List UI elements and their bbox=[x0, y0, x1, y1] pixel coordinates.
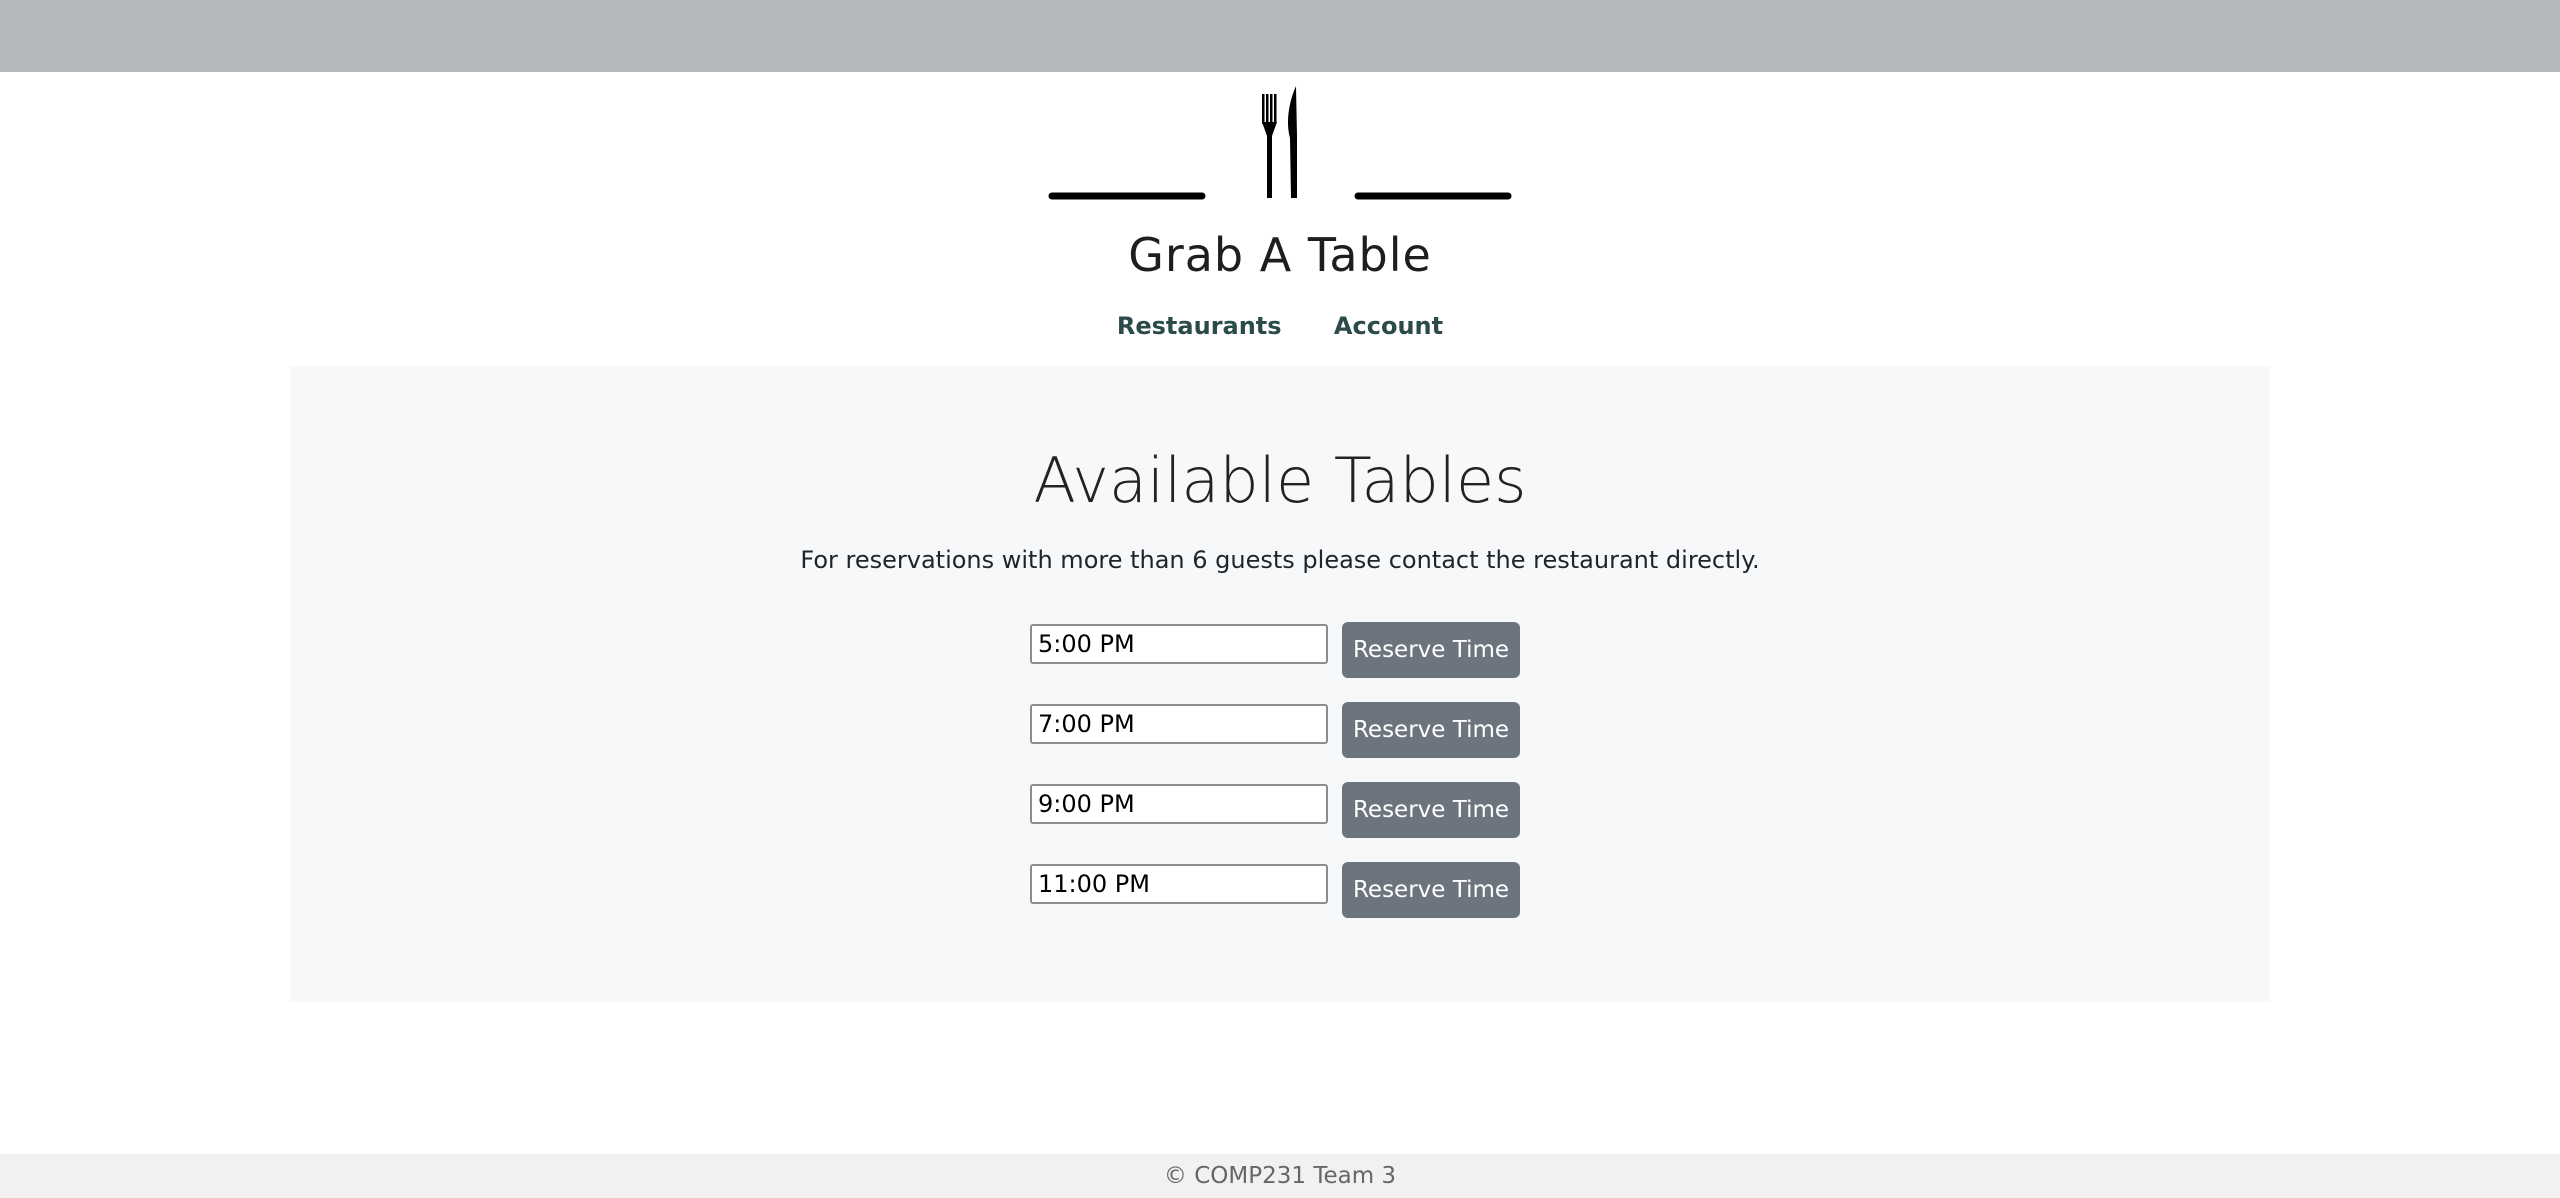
nav-account-link[interactable]: Account bbox=[1334, 312, 1443, 340]
available-tables-panel: Available Tables For reservations with m… bbox=[290, 366, 2270, 1002]
time-slot-field[interactable] bbox=[1030, 784, 1328, 824]
time-slot-row: Reserve Time bbox=[1030, 782, 1550, 838]
reservation-note: For reservations with more than 6 guests… bbox=[800, 546, 1760, 574]
reserve-time-button[interactable]: Reserve Time bbox=[1342, 782, 1520, 838]
page-title: Available Tables bbox=[1033, 444, 1527, 517]
top-bar bbox=[0, 0, 2560, 72]
time-slot-field[interactable] bbox=[1030, 864, 1328, 904]
time-slot-field[interactable] bbox=[1030, 704, 1328, 744]
site-title: Grab A Table bbox=[1128, 228, 1432, 282]
nav-restaurants-link[interactable]: Restaurants bbox=[1117, 312, 1282, 340]
time-slot-field[interactable] bbox=[1030, 624, 1328, 664]
reserve-time-button[interactable]: Reserve Time bbox=[1342, 622, 1520, 678]
footer: © COMP231 Team 3 bbox=[0, 1154, 2560, 1198]
time-slot-list: Reserve Time Reserve Time Reserve Time R… bbox=[1030, 622, 1550, 942]
reserve-time-button[interactable]: Reserve Time bbox=[1342, 862, 1520, 918]
time-slot-row: Reserve Time bbox=[1030, 862, 1550, 918]
main-nav: Restaurants Account bbox=[0, 306, 2560, 346]
reserve-time-button[interactable]: Reserve Time bbox=[1342, 702, 1520, 758]
time-slot-row: Reserve Time bbox=[1030, 622, 1550, 678]
time-slot-row: Reserve Time bbox=[1030, 702, 1550, 758]
